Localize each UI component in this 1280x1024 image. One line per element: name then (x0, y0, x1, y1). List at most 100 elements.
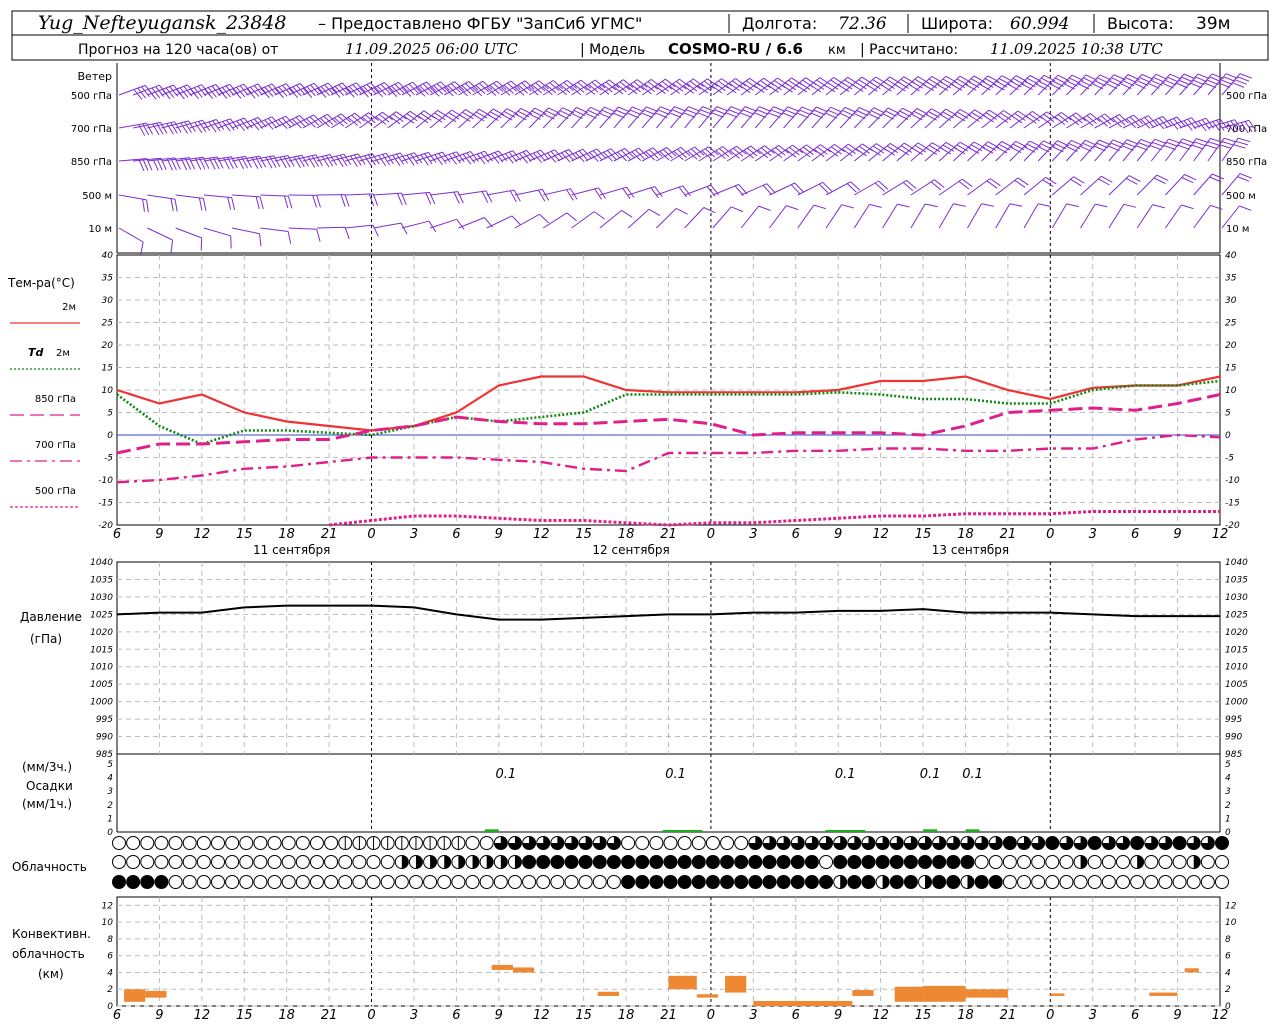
cloud-symbol (225, 836, 240, 850)
cloud-symbol (479, 836, 494, 850)
alt-label: Высота: (1107, 14, 1174, 33)
temp-ytick-right: 10 (1225, 386, 1237, 396)
model-unit: км (828, 43, 846, 58)
cloud-symbol (734, 875, 749, 889)
cloud-symbol (225, 855, 240, 869)
temp-xtick: 6 (792, 527, 800, 542)
legend-label: 500 гПа (35, 486, 76, 497)
cloud-symbol (196, 855, 211, 869)
cloud-symbol (380, 875, 395, 889)
cloud-symbol (536, 875, 551, 889)
cloud-symbol (875, 855, 890, 869)
pressure-ytick-right: 1015 (1225, 645, 1248, 655)
conv-title-1: Конвективн. (12, 927, 91, 941)
cloud-symbol (196, 875, 211, 889)
cloud-symbol (677, 836, 692, 850)
cloud-symbol (196, 836, 211, 850)
pressure-ytick-left: 990 (96, 733, 113, 743)
cloud-symbol (182, 855, 197, 869)
temp-xtick: 0 (367, 527, 375, 542)
cloud-symbol (1002, 836, 1017, 850)
cloud-symbol (974, 875, 989, 889)
cloud-symbol (253, 855, 268, 869)
temp-xtick: 21 (1000, 527, 1017, 542)
conv-xtick: 0 (1046, 1008, 1054, 1023)
cloud-symbol (493, 875, 508, 889)
cloud-symbol (423, 875, 438, 889)
precip-bar (965, 829, 980, 832)
wind-level-label-right: 500 м (1226, 191, 1256, 202)
cloud-symbol (1031, 875, 1046, 889)
cloud-symbol (126, 836, 141, 850)
cloud-symbol (762, 855, 777, 869)
temp-ytick-right: 40 (1225, 251, 1237, 261)
cloud-symbol (804, 855, 819, 869)
cloud-symbol (1002, 855, 1017, 869)
precip-ytick-right: 5 (1225, 760, 1231, 770)
cloud-symbol (1172, 836, 1187, 850)
conv-bar (491, 964, 513, 970)
pressure-ytick-right: 1000 (1225, 698, 1248, 708)
cloud-symbol (1215, 836, 1229, 850)
cloud-symbol (946, 855, 961, 869)
legend-label: 2м (62, 302, 76, 313)
lat-value: 60.994 (1010, 14, 1069, 34)
cloud-symbol (126, 855, 141, 869)
cloud-symbol (720, 836, 735, 850)
conv-xtick: 15 (236, 1008, 253, 1023)
conv-ytick-right: 8 (1225, 935, 1231, 945)
temp-xtick: 15 (915, 527, 932, 542)
conv-xtick: 3 (749, 1008, 757, 1023)
conv-xtick: 0 (707, 1008, 715, 1023)
cloud-symbol (918, 855, 933, 869)
pressure-ytick-right: 1025 (1225, 610, 1248, 620)
cloud-symbol (352, 855, 367, 869)
pressure-ytick-left: 1030 (90, 593, 113, 603)
conv-xtick: 15 (575, 1008, 592, 1023)
cloud-symbol (239, 855, 254, 869)
cloud-symbol (621, 875, 636, 889)
conv-xtick: 6 (452, 1008, 460, 1023)
conv-xtick: 9 (495, 1008, 503, 1023)
cloud-symbol (691, 855, 706, 869)
cloud-symbol (960, 855, 975, 869)
temp-xtick: 6 (452, 527, 460, 542)
cloud-symbol (324, 875, 339, 889)
cloud-symbol (281, 836, 296, 850)
temp-ytick-left: -5 (104, 454, 113, 464)
wind-level-label-right: 850 гПа (1226, 157, 1267, 168)
cloud-symbol (677, 875, 692, 889)
cloud-symbol (1172, 875, 1187, 889)
temp-xtick: 18 (957, 527, 974, 542)
conv-unit: (км) (38, 967, 64, 981)
cloud-symbol (663, 855, 678, 869)
cloud-symbol (140, 855, 155, 869)
precip-ytick-right: 3 (1225, 787, 1231, 797)
temp-xtick: 12 (872, 527, 889, 542)
wind-level-label: 10 м (89, 224, 112, 235)
cloud-symbol (889, 855, 904, 869)
conv-ytick-right: 10 (1225, 918, 1237, 928)
conv-bar (145, 990, 167, 998)
pressure-ytick-right: 995 (1225, 715, 1242, 725)
conv-title-2: облачность (12, 947, 85, 961)
cloud-symbol (819, 875, 834, 889)
conv-ytick-left: 12 (102, 901, 114, 911)
precip-total-label: 0.1 (835, 767, 856, 782)
temp-xtick: 18 (618, 527, 635, 542)
temp-ytick-right: 35 (1225, 274, 1237, 284)
cloud-symbol (324, 836, 339, 850)
cloud-symbol (267, 836, 282, 850)
alt-value: 39м (1196, 14, 1230, 34)
cloud-symbol (154, 855, 169, 869)
temp-title: Тем-ра(°С) (7, 276, 75, 290)
pressure-ytick-right: 1020 (1225, 628, 1248, 638)
cloud-symbol (309, 836, 324, 850)
cloud-symbol (352, 875, 367, 889)
cloud-symbol (776, 855, 791, 869)
cloud-symbol (338, 855, 353, 869)
cloud-symbol (847, 855, 862, 869)
conv-xtick: 21 (321, 1008, 338, 1023)
temp-xtick: 9 (1173, 527, 1181, 542)
conv-bar (965, 989, 1008, 998)
